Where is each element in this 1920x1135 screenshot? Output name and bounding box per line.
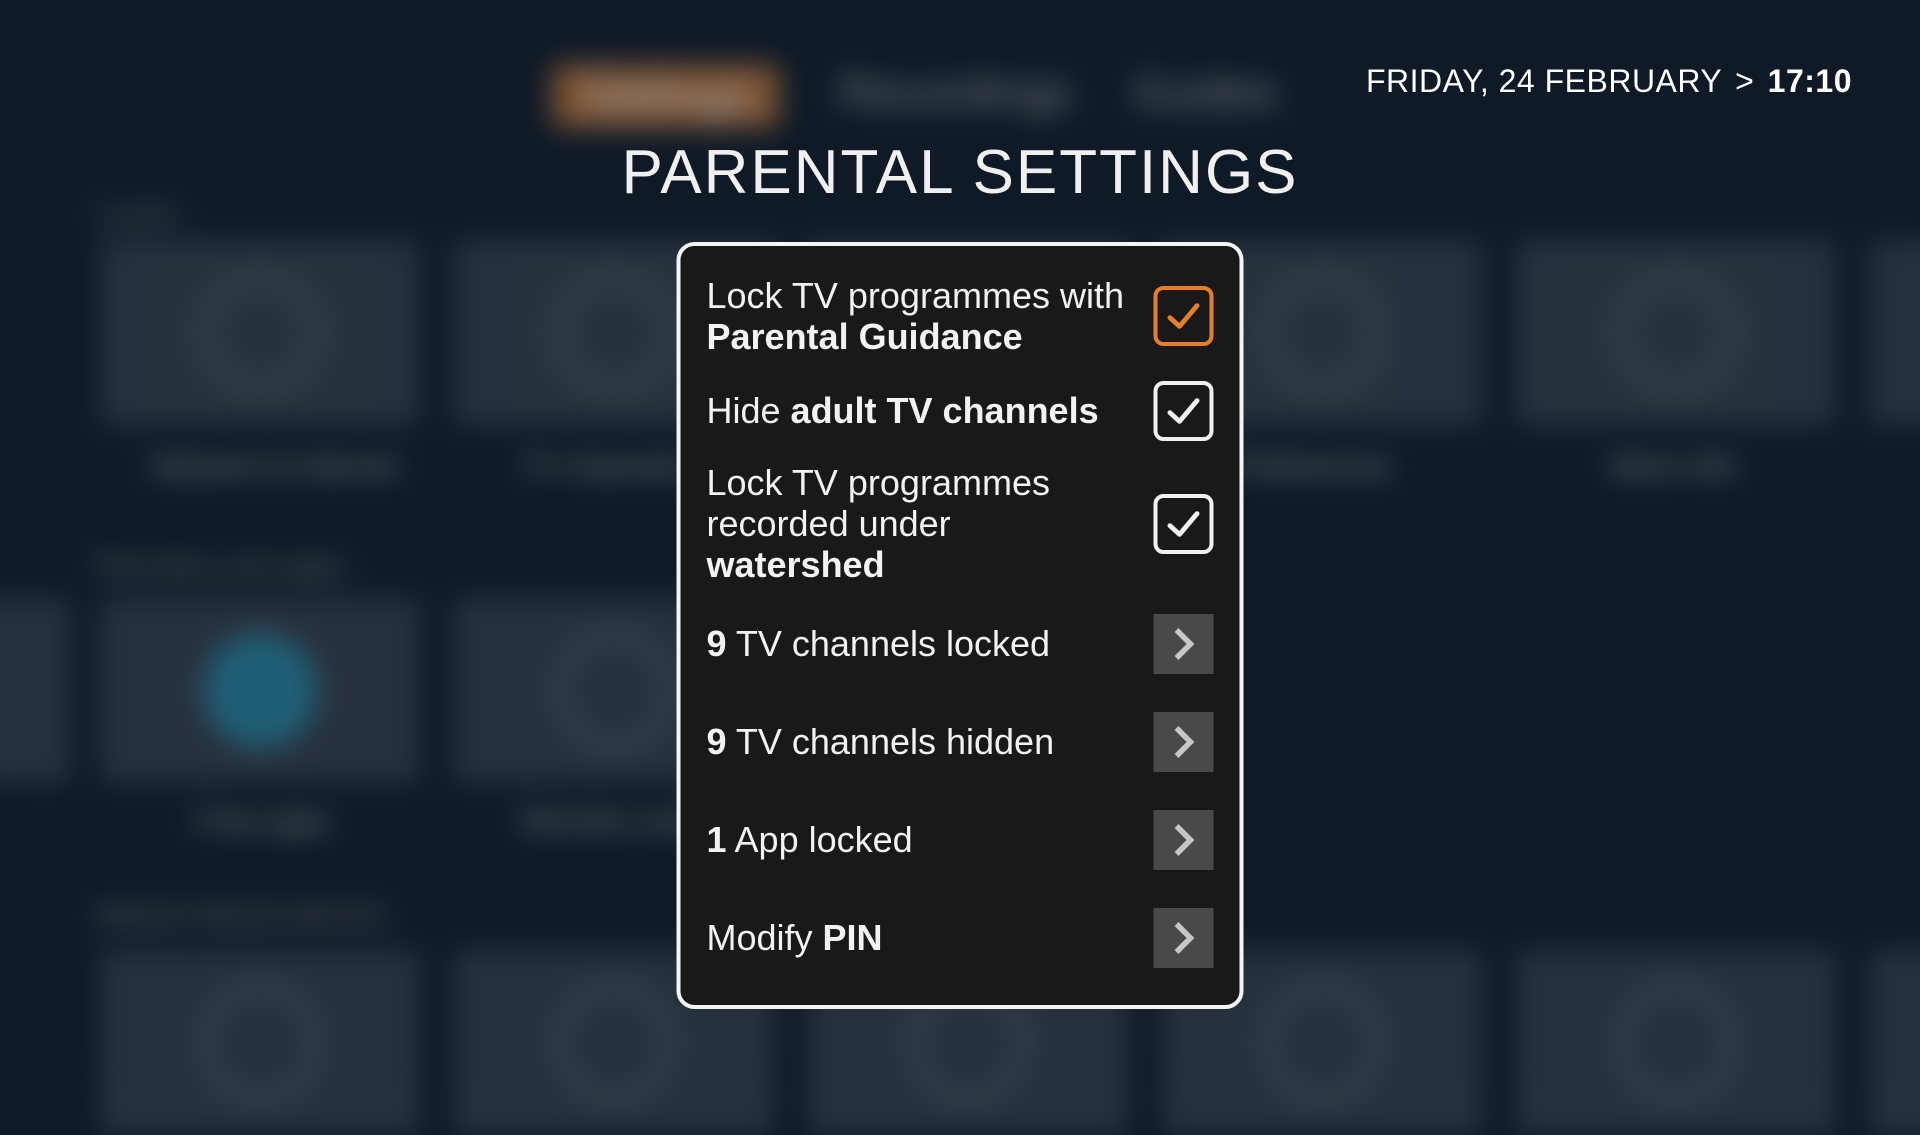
time-text: 17:10 bbox=[1768, 63, 1852, 99]
checkbox-watershed[interactable] bbox=[1154, 494, 1214, 554]
label-prefix: Lock TV programmes recorded under bbox=[707, 462, 1050, 544]
link-label: 9 TV channels hidden bbox=[707, 721, 1055, 762]
label-prefix: Hide bbox=[707, 390, 791, 431]
checkmark-icon bbox=[1164, 391, 1204, 431]
label-bold: adult TV channels bbox=[791, 390, 1099, 431]
link-label: Modify PIN bbox=[707, 917, 883, 958]
label-bold: Parental Guidance bbox=[707, 316, 1023, 357]
chevron-button[interactable] bbox=[1154, 810, 1214, 870]
link-channels-locked[interactable]: 9 TV channels locked bbox=[707, 595, 1214, 693]
count: 9 bbox=[707, 623, 727, 664]
link-modify-pin[interactable]: Modify PIN bbox=[707, 889, 1214, 987]
option-watershed[interactable]: Lock TV programmes recorded under waters… bbox=[707, 453, 1214, 595]
chevron-right-icon bbox=[1173, 627, 1195, 661]
date-text: FRIDAY, 24 FEBRUARY bbox=[1366, 63, 1722, 99]
option-hide-adult[interactable]: Hide adult TV channels bbox=[707, 369, 1214, 453]
label-prefix: Modify bbox=[707, 917, 823, 958]
chevron-button[interactable] bbox=[1154, 614, 1214, 674]
link-label: 1 App locked bbox=[707, 819, 913, 860]
chevron-right-icon bbox=[1173, 921, 1195, 955]
chevron-button[interactable] bbox=[1154, 712, 1214, 772]
link-label: 9 TV channels locked bbox=[707, 623, 1051, 664]
label-bold: PIN bbox=[823, 917, 883, 958]
settings-panel: Lock TV programmes with Parental Guidanc… bbox=[677, 242, 1244, 1009]
datetime: FRIDAY, 24 FEBRUARY > 17:10 bbox=[1366, 63, 1852, 100]
chevron-right-icon bbox=[1173, 725, 1195, 759]
page-title: PARENTAL SETTINGS bbox=[621, 137, 1298, 208]
label-suffix: TV channels locked bbox=[727, 623, 1051, 664]
chevron-right-icon bbox=[1173, 823, 1195, 857]
chevron-button[interactable] bbox=[1154, 908, 1214, 968]
count: 1 bbox=[707, 819, 727, 860]
label-bold: watershed bbox=[707, 544, 885, 585]
label-suffix: App locked bbox=[727, 819, 913, 860]
checkbox-parental-guidance[interactable] bbox=[1154, 286, 1214, 346]
link-channels-hidden[interactable]: 9 TV channels hidden bbox=[707, 693, 1214, 791]
label-prefix: Lock TV programmes with bbox=[707, 275, 1124, 316]
option-parental-guidance[interactable]: Lock TV programmes with Parental Guidanc… bbox=[707, 264, 1214, 369]
option-label: Hide adult TV channels bbox=[707, 390, 1099, 431]
checkmark-icon bbox=[1164, 504, 1204, 544]
checkmark-icon bbox=[1164, 296, 1204, 336]
link-app-locked[interactable]: 1 App locked bbox=[707, 791, 1214, 889]
option-label: Lock TV programmes with Parental Guidanc… bbox=[707, 275, 1137, 358]
datetime-separator: > bbox=[1735, 63, 1754, 99]
label-suffix: TV channels hidden bbox=[727, 721, 1055, 762]
option-label: Lock TV programmes recorded under waters… bbox=[707, 462, 1137, 586]
checkbox-hide-adult[interactable] bbox=[1154, 381, 1214, 441]
count: 9 bbox=[707, 721, 727, 762]
